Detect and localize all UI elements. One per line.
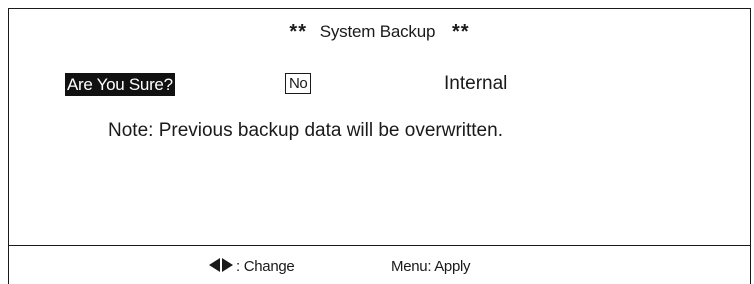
title-stars-left: ** [289,21,307,43]
footer-divider [9,245,750,246]
overwrite-note: Note: Previous backup data will be overw… [108,120,503,141]
apply-hint-label: Menu: Apply [391,258,471,275]
footer-hints: : Change Menu: Apply [9,257,750,277]
backup-target-value: Internal [444,73,508,94]
confirm-option-selector[interactable]: No [285,73,312,94]
page-title: System Backup [319,22,436,41]
change-hint: : Change [209,257,295,278]
change-hint-label: : Change [236,258,295,275]
confirm-prompt-label[interactable]: Are You Sure? [65,73,175,96]
title-row: ** System Backup ** [9,21,750,43]
left-right-arrows-icon [209,258,233,278]
title-stars-right: ** [451,21,470,43]
osd-frame: ** System Backup ** Are You Sure? No Int… [8,8,751,284]
